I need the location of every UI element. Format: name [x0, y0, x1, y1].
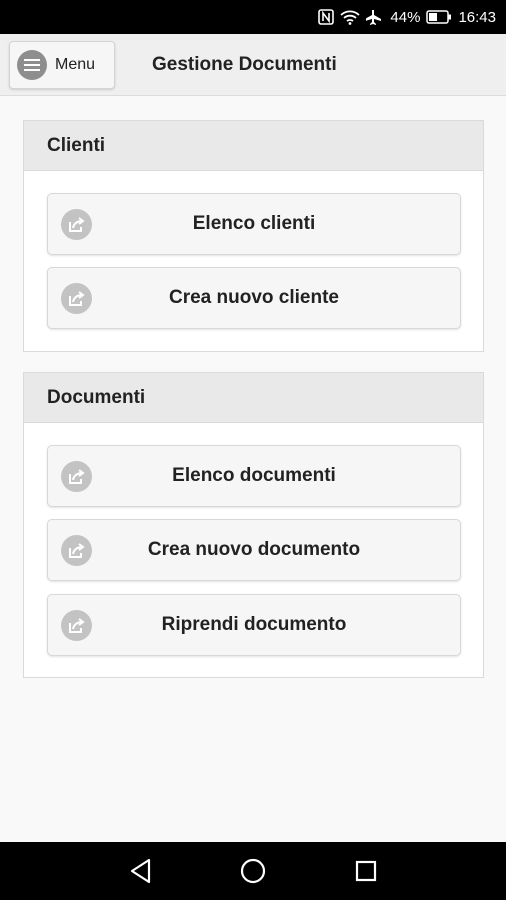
- navigation-bar: [0, 842, 506, 900]
- section-title: Documenti: [24, 373, 483, 423]
- status-bar: 44% 16:43: [0, 0, 506, 34]
- menu-button[interactable]: Menu: [9, 41, 115, 89]
- crea-nuovo-documento-button[interactable]: Crea nuovo documento: [47, 519, 461, 581]
- menu-button-label: Menu: [55, 56, 96, 73]
- section-documenti: Documenti Elenco documenti Crea nuovo do…: [23, 372, 484, 678]
- elenco-documenti-button[interactable]: Elenco documenti: [47, 445, 461, 507]
- button-label: Crea nuovo documento: [147, 539, 361, 560]
- recents-icon[interactable]: [352, 857, 380, 885]
- button-label: Riprendi documento: [161, 614, 347, 635]
- wifi-icon: [340, 9, 361, 25]
- nfc-icon: [318, 9, 335, 25]
- clock: 16:43: [458, 8, 496, 26]
- button-label: Crea nuovo cliente: [169, 287, 339, 308]
- section-title: Clienti: [24, 121, 483, 171]
- elenco-clienti-button[interactable]: Elenco clienti: [47, 193, 461, 255]
- battery-icon: [426, 10, 452, 24]
- riprendi-documento-button[interactable]: Riprendi documento: [47, 594, 461, 656]
- back-icon[interactable]: [127, 857, 155, 885]
- button-label: Elenco documenti: [172, 465, 336, 486]
- crea-nuovo-cliente-button[interactable]: Crea nuovo cliente: [47, 267, 461, 329]
- section-clienti: Clienti Elenco clienti Crea nuovo client…: [23, 120, 484, 352]
- home-icon[interactable]: [239, 857, 267, 885]
- hamburger-icon: [17, 50, 47, 80]
- battery-percent: 44%: [390, 8, 421, 26]
- app-header: Menu Gestione Documenti: [0, 34, 506, 96]
- page-title: Gestione Documenti: [152, 54, 337, 75]
- airplane-icon: [366, 9, 384, 25]
- button-label: Elenco clienti: [192, 213, 316, 234]
